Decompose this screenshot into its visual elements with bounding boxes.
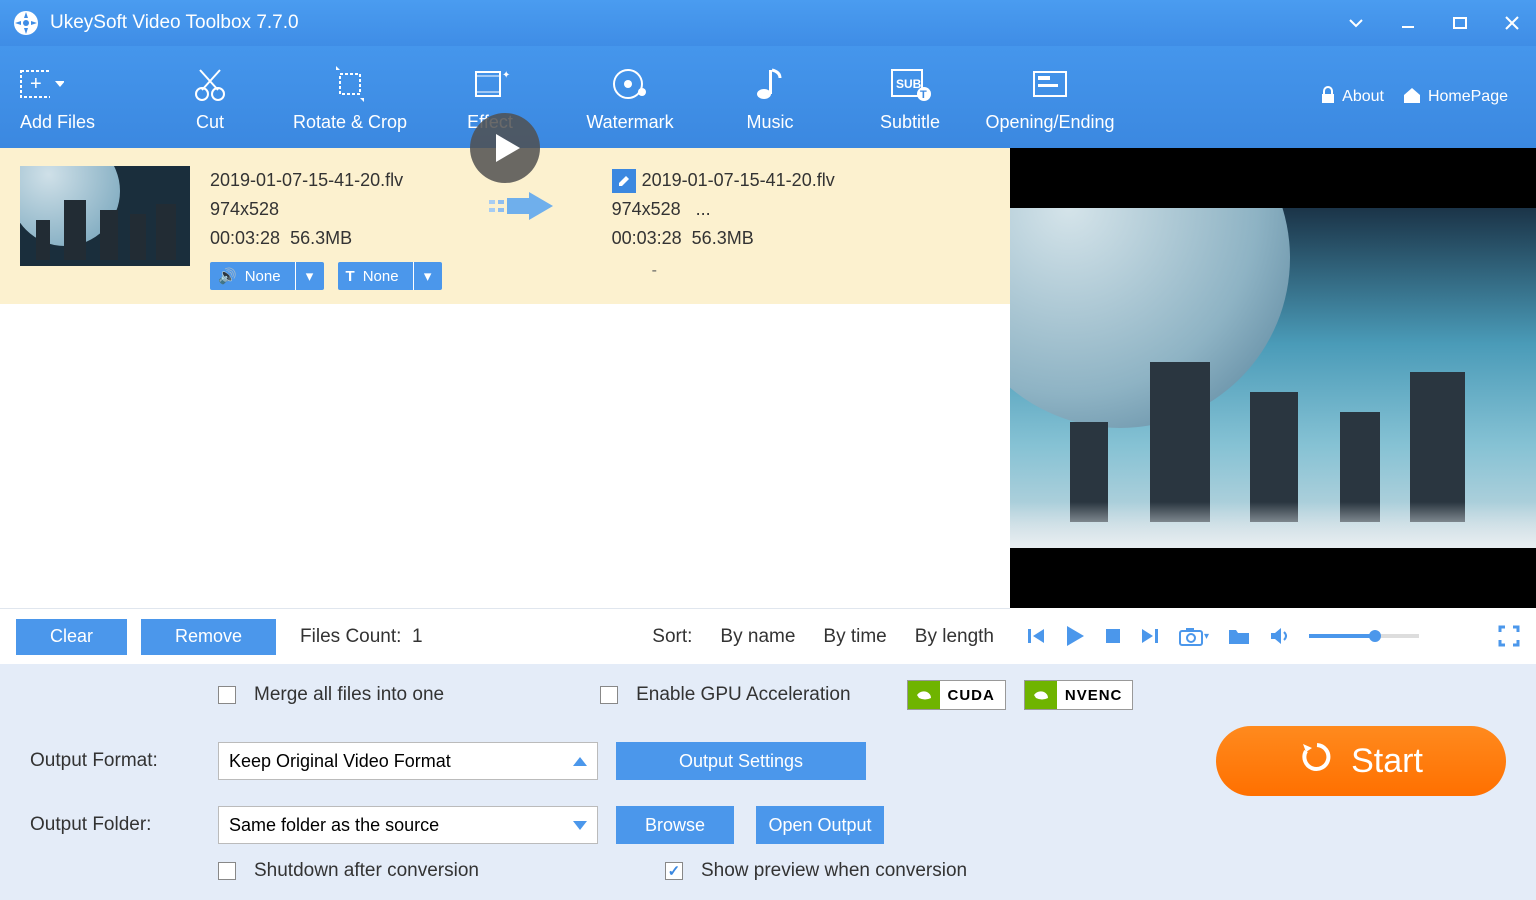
add-files-button[interactable]: + Add Files xyxy=(20,46,140,148)
open-folder-button[interactable] xyxy=(1227,626,1251,646)
src-size: 56.3MB xyxy=(290,228,352,248)
file-thumbnail xyxy=(20,166,190,266)
dst-duration: 00:03:28 xyxy=(612,228,682,248)
watermark-icon xyxy=(608,62,652,106)
dash-text: - xyxy=(652,262,657,280)
svg-text:+: + xyxy=(30,73,42,95)
subtitle-button[interactable]: SUBT Subtitle xyxy=(840,46,980,148)
effect-icon: ✦ xyxy=(468,62,512,106)
dst-extra: ... xyxy=(696,199,711,219)
svg-text:SUB: SUB xyxy=(896,77,922,91)
rotate-crop-button[interactable]: Rotate & Crop xyxy=(280,46,420,148)
home-icon xyxy=(1402,86,1422,109)
shutdown-label: Shutdown after conversion xyxy=(254,860,479,882)
output-settings-button[interactable]: Output Settings xyxy=(616,742,866,780)
rotate-crop-icon xyxy=(328,62,372,106)
music-icon xyxy=(748,62,792,106)
sort-label: Sort: xyxy=(652,626,692,648)
gpu-checkbox[interactable] xyxy=(600,686,618,704)
subtitle-icon: SUBT xyxy=(888,62,932,106)
refresh-icon xyxy=(1299,739,1335,784)
nvidia-icon xyxy=(908,681,940,709)
nvenc-badge: NVENC xyxy=(1024,680,1134,710)
src-dimensions: 974x528 xyxy=(210,195,442,224)
speaker-icon: 🔊 xyxy=(218,267,237,285)
music-button[interactable]: Music xyxy=(700,46,840,148)
cut-icon xyxy=(188,62,232,106)
watermark-button[interactable]: Watermark xyxy=(560,46,700,148)
clear-button[interactable]: Clear xyxy=(16,619,127,655)
lock-icon xyxy=(1320,86,1336,109)
prev-button[interactable] xyxy=(1026,626,1046,646)
fullscreen-button[interactable] xyxy=(1498,625,1520,647)
cut-button[interactable]: Cut xyxy=(140,46,280,148)
audio-track-dropdown[interactable]: 🔊None ▾ xyxy=(210,262,324,290)
output-folder-select[interactable]: Same folder as the source xyxy=(218,806,598,844)
sort-by-length[interactable]: By length xyxy=(915,626,994,648)
sort-by-name[interactable]: By name xyxy=(720,626,795,648)
merge-label: Merge all files into one xyxy=(254,684,444,706)
homepage-link[interactable]: HomePage xyxy=(1402,86,1508,109)
stop-button[interactable] xyxy=(1104,627,1122,645)
play-button[interactable] xyxy=(1064,624,1086,648)
minimize-icon[interactable] xyxy=(1396,11,1420,35)
edit-icon[interactable] xyxy=(612,169,636,193)
files-count-label: Files Count: xyxy=(300,626,401,647)
cuda-badge: CUDA xyxy=(907,680,1006,710)
app-title: UkeySoft Video Toolbox 7.7.0 xyxy=(50,12,299,34)
shutdown-checkbox[interactable] xyxy=(218,862,236,880)
output-format-select[interactable]: Keep Original Video Format xyxy=(218,742,598,780)
list-actions-bar: Clear Remove Files Count: 1 Sort: By nam… xyxy=(0,608,1010,664)
next-button[interactable] xyxy=(1140,626,1160,646)
title-bar: UkeySoft Video Toolbox 7.7.0 xyxy=(0,0,1536,46)
browse-button[interactable]: Browse xyxy=(616,806,734,844)
svg-text:✦: ✦ xyxy=(502,70,510,81)
preview-controls: ▾ xyxy=(1010,608,1536,664)
snapshot-button[interactable]: ▾ xyxy=(1178,626,1209,646)
src-duration: 00:03:28 xyxy=(210,228,280,248)
output-format-label: Output Format: xyxy=(30,750,200,772)
add-files-icon: + xyxy=(20,62,64,106)
show-preview-label: Show preview when conversion xyxy=(701,860,967,882)
output-folder-label: Output Folder: xyxy=(30,814,200,836)
maximize-icon[interactable] xyxy=(1448,11,1472,35)
bottom-panel: Merge all files into one Enable GPU Acce… xyxy=(0,664,1536,892)
opening-ending-button[interactable]: Opening/Ending xyxy=(980,46,1120,148)
volume-button[interactable] xyxy=(1269,626,1291,646)
dropdown-icon[interactable] xyxy=(1344,11,1368,35)
svg-text:T: T xyxy=(920,89,927,101)
file-row[interactable]: 2019-01-07-15-41-20.flv 974x528 00:03:28… xyxy=(0,148,1010,304)
open-output-button[interactable]: Open Output xyxy=(756,806,884,844)
file-list: 2019-01-07-15-41-20.flv 974x528 00:03:28… xyxy=(0,148,1010,608)
text-icon: T xyxy=(346,268,355,285)
arrow-icon xyxy=(482,186,562,226)
remove-button[interactable]: Remove xyxy=(141,619,276,655)
preview-panel xyxy=(1010,148,1536,608)
sort-by-time[interactable]: By time xyxy=(823,626,886,648)
start-button[interactable]: Start xyxy=(1216,726,1506,796)
chevron-down-icon: ▾ xyxy=(296,267,324,285)
src-filename: 2019-01-07-15-41-20.flv xyxy=(210,166,442,195)
opening-ending-icon xyxy=(1028,62,1072,106)
play-overlay-button[interactable] xyxy=(470,113,540,183)
dst-dimensions: 974x528 xyxy=(612,199,681,219)
merge-checkbox[interactable] xyxy=(218,686,236,704)
show-preview-checkbox[interactable] xyxy=(665,862,683,880)
chevron-down-icon: ▾ xyxy=(414,267,442,285)
volume-slider[interactable] xyxy=(1309,634,1419,638)
caret-up-icon xyxy=(573,757,587,766)
files-count-value: 1 xyxy=(412,626,423,647)
close-icon[interactable] xyxy=(1500,11,1524,35)
subtitle-track-dropdown[interactable]: TNone ▾ xyxy=(338,262,442,290)
caret-down-icon xyxy=(573,821,587,830)
nvidia-icon xyxy=(1025,681,1057,709)
dst-filename: 2019-01-07-15-41-20.flv xyxy=(642,170,835,190)
main-toolbar: + Add Files Cut Rotate & Crop ✦ Effect W… xyxy=(0,46,1536,148)
gpu-label: Enable GPU Acceleration xyxy=(636,684,850,706)
app-logo-icon xyxy=(12,9,40,37)
dst-size: 56.3MB xyxy=(692,228,754,248)
about-link[interactable]: About xyxy=(1320,86,1384,109)
